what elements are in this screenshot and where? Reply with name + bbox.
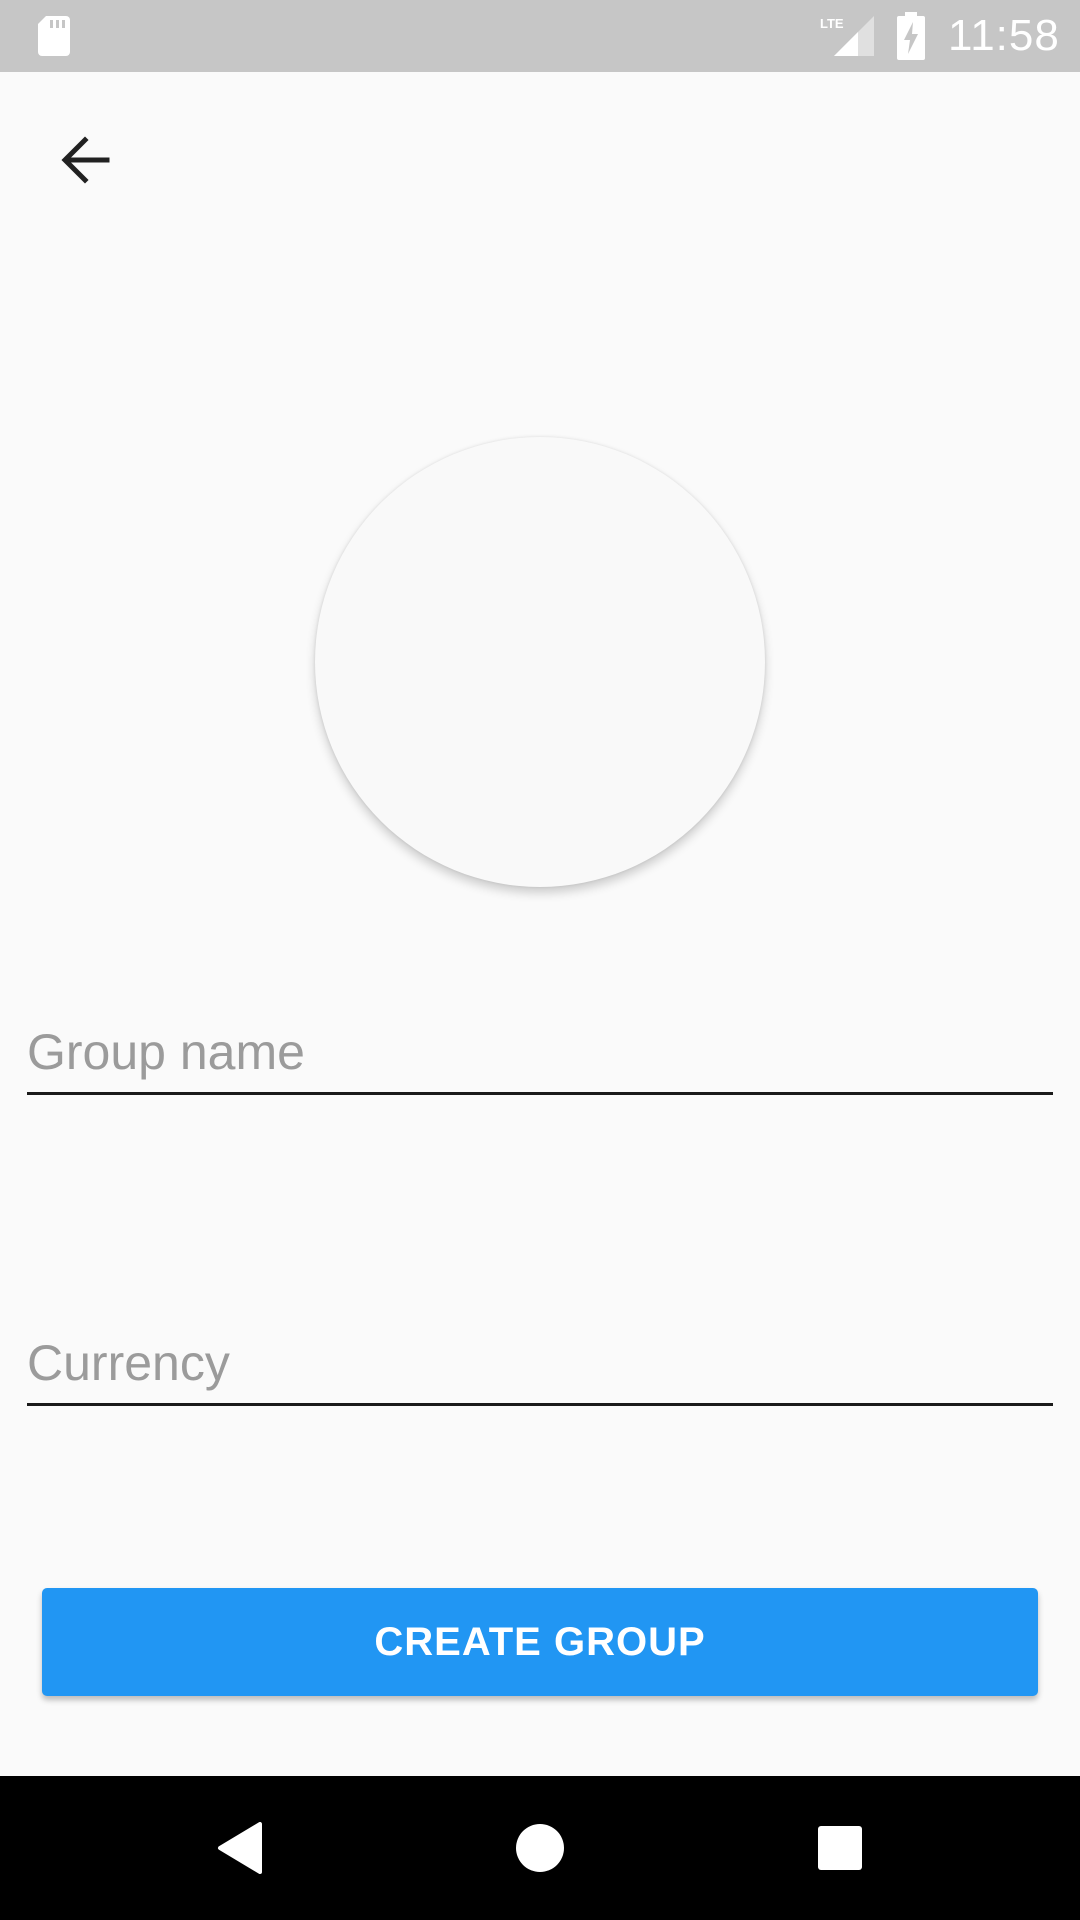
- currency-input[interactable]: [27, 1323, 1053, 1403]
- group-name-input[interactable]: [27, 1012, 1053, 1092]
- nav-back-icon: [218, 1822, 262, 1874]
- create-group-screen: LTE 11:58 CREATE GROUP: [0, 0, 1080, 1920]
- navigation-bar: [0, 1776, 1080, 1920]
- group-avatar-picker[interactable]: [315, 437, 765, 887]
- status-bar: LTE 11:58: [0, 0, 1080, 72]
- nav-recents-button[interactable]: [804, 1812, 876, 1884]
- lte-signal-icon: LTE: [820, 16, 874, 56]
- arrow-back-icon: [61, 136, 110, 184]
- currency-field: [27, 1323, 1053, 1406]
- nav-back-button[interactable]: [204, 1812, 276, 1884]
- nav-recents-icon: [818, 1826, 862, 1870]
- nav-home-button[interactable]: [504, 1812, 576, 1884]
- battery-charging-icon: [897, 12, 925, 60]
- group-name-field: [27, 1012, 1053, 1095]
- sd-card-icon: [38, 16, 70, 56]
- nav-home-icon: [516, 1824, 564, 1872]
- create-group-button[interactable]: CREATE GROUP: [42, 1588, 1038, 1696]
- status-clock: 11:58: [948, 11, 1060, 60]
- network-label: LTE: [820, 16, 844, 31]
- create-group-label: CREATE GROUP: [374, 1619, 706, 1664]
- back-button[interactable]: [40, 115, 130, 205]
